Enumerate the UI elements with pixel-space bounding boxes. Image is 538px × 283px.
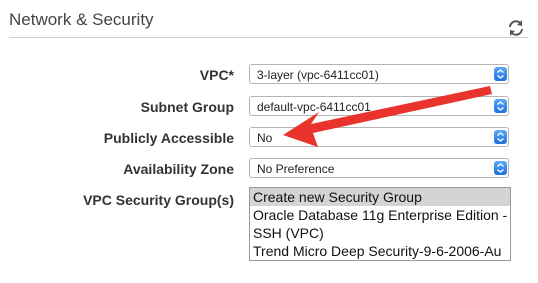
publicly-accessible-row: Publicly Accessible No (0, 127, 538, 149)
availability-zone-row: Availability Zone No Preference (0, 158, 538, 180)
availability-zone-select-value: No Preference (257, 162, 335, 176)
vpc-label: VPC* (199, 67, 234, 83)
publicly-accessible-label: Publicly Accessible (103, 130, 234, 146)
subnet-group-label: Subnet Group (140, 99, 234, 115)
vpc-security-groups-label: VPC Security Group(s) (83, 192, 234, 208)
section-title: Network & Security (9, 10, 154, 29)
subnet-group-row: Subnet Group default-vpc-6411cc01 (0, 96, 538, 118)
chevron-up-down-icon (494, 99, 507, 113)
subnet-group-select[interactable]: default-vpc-6411cc01 (249, 96, 509, 116)
security-group-option[interactable]: Oracle Database 11g Enterprise Edition - (250, 206, 510, 224)
chevron-up-down-icon (494, 67, 507, 81)
chevron-up-down-icon (494, 161, 507, 175)
availability-zone-select[interactable]: No Preference (249, 158, 509, 178)
security-group-option[interactable]: Trend Micro Deep Security-9-6-2006-Au (250, 242, 510, 260)
security-group-option[interactable]: SSH (VPC) (250, 224, 510, 242)
publicly-accessible-select-value: No (257, 131, 273, 145)
section-header: Network & Security (0, 0, 538, 40)
refresh-icon[interactable] (506, 18, 526, 38)
availability-zone-label: Availability Zone (123, 161, 234, 177)
vpc-select-value: 3-layer (vpc-6411cc01) (257, 68, 379, 82)
vpc-row: VPC* 3-layer (vpc-6411cc01) (0, 64, 538, 86)
security-group-option[interactable]: Create new Security Group (250, 188, 510, 206)
chevron-up-down-icon (494, 130, 507, 144)
publicly-accessible-select[interactable]: No (249, 127, 509, 147)
subnet-group-select-value: default-vpc-6411cc01 (257, 100, 371, 114)
vpc-security-groups-listbox[interactable]: Create new Security Group Oracle Databas… (249, 187, 511, 261)
header-divider (9, 37, 528, 38)
vpc-select[interactable]: 3-layer (vpc-6411cc01) (249, 64, 509, 84)
